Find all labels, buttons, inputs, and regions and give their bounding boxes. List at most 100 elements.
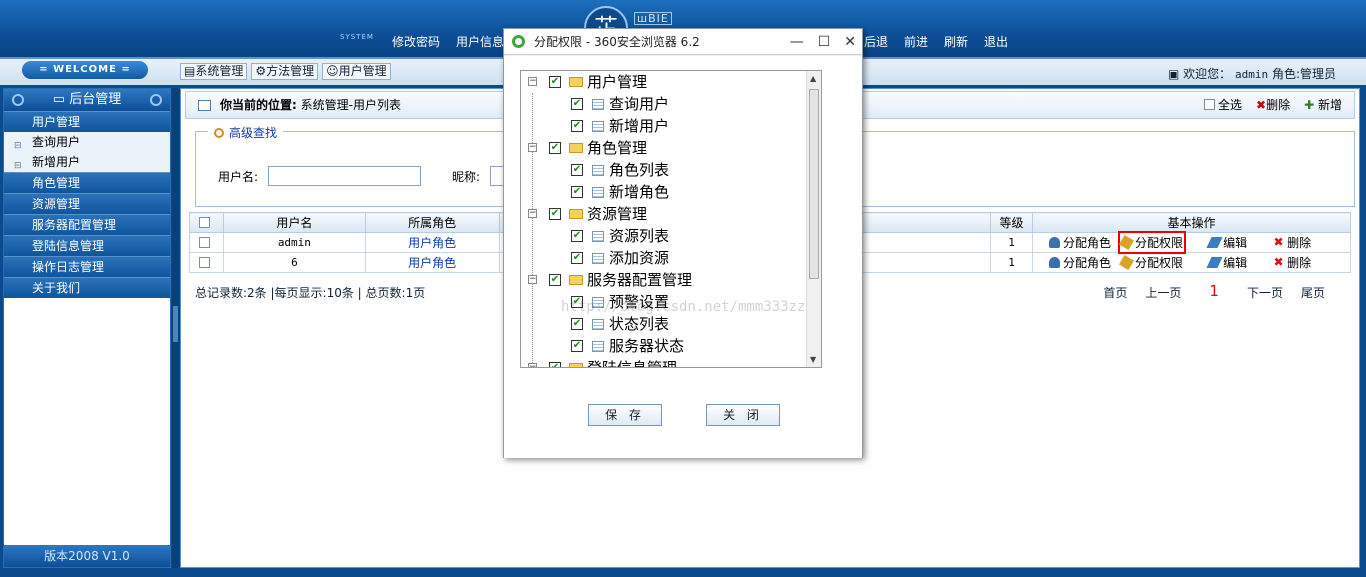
nav-logout[interactable]: 退出 <box>976 34 1016 50</box>
row-checkbox[interactable] <box>189 252 224 273</box>
tree-leaf-node[interactable]: ✔ 资源列表 <box>521 225 821 247</box>
tree-group-node[interactable]: − ✔ 资源管理 <box>521 203 821 225</box>
sidebar-item-user-management[interactable]: 用户管理 <box>4 111 170 132</box>
row-delete-button[interactable]: ✖ 删除 <box>1273 234 1312 251</box>
checkbox-checked-icon[interactable]: ✔ <box>571 186 583 198</box>
tab-user-management[interactable]: ☺用户管理 <box>322 63 391 80</box>
scroll-up-icon[interactable]: ▲ <box>810 74 816 83</box>
checkbox-checked-icon[interactable]: ✔ <box>571 164 583 176</box>
scroll-down-icon[interactable]: ▼ <box>810 355 816 364</box>
collapse-icon[interactable]: − <box>528 143 537 152</box>
header-role: 所属角色 <box>364 212 500 233</box>
tree-leaf-node[interactable]: ✔ 添加资源 <box>521 247 821 269</box>
cell-role[interactable]: 用户角色 <box>364 252 500 273</box>
tab-method-management[interactable]: ⚙方法管理 <box>251 63 319 80</box>
sidebar-item-server-config[interactable]: 服务器配置管理 <box>4 214 170 235</box>
next-page-link[interactable]: 下一页 <box>1247 284 1283 301</box>
cell-level: 1 <box>990 252 1034 273</box>
tree-group-node[interactable]: − ✔ 登陆信息管理 <box>521 357 821 368</box>
tree-group-node[interactable]: − ✔ 服务器配置管理 <box>521 269 821 291</box>
first-page-link[interactable]: 首页 <box>1103 284 1127 301</box>
top-nav-left: 修改密码 用户信息 <box>384 34 512 50</box>
sidebar-item-add-user[interactable]: ⊟ 新增用户 <box>4 152 170 172</box>
close-button[interactable]: 关 闭 <box>706 404 780 426</box>
assign-permission-button[interactable]: 分配权限 <box>1118 231 1187 254</box>
tree-node-label: 登陆信息管理 <box>587 359 678 368</box>
tree-node-label: 新增用户 <box>609 117 670 135</box>
username-input[interactable] <box>268 166 421 186</box>
select-all-button[interactable]: 全选 <box>1204 92 1242 118</box>
tree-leaf-node[interactable]: ✔ 角色列表 <box>521 159 821 181</box>
tree-scrollbar[interactable]: ▲ ▼ <box>806 71 821 367</box>
current-page[interactable]: 1 <box>1209 284 1219 301</box>
page-icon <box>592 165 604 176</box>
tree-node-label: 用户管理 <box>587 73 648 91</box>
sidebar-item-operation-log[interactable]: 操作日志管理 <box>4 256 170 277</box>
checkbox-icon <box>199 256 211 268</box>
assign-role-button[interactable]: 分配角色 <box>1049 254 1111 271</box>
tab-system-management[interactable]: ▤系统管理 <box>180 63 248 80</box>
header-username: 用户名 <box>222 212 366 233</box>
sidebar-item-login-info[interactable]: 登陆信息管理 <box>4 235 170 256</box>
checkbox-checked-icon[interactable]: ✔ <box>571 120 583 132</box>
tree-leaf-node[interactable]: ✔ 新增角色 <box>521 181 821 203</box>
delete-button[interactable]: ✖删除 <box>1256 92 1290 118</box>
monitor-icon: ▣ <box>1167 67 1180 81</box>
checkbox-checked-icon[interactable]: ✔ <box>571 252 583 264</box>
edit-button[interactable]: 编辑 <box>1206 234 1247 251</box>
row-delete-button[interactable]: ✖ 删除 <box>1273 254 1312 271</box>
splitter-handle[interactable] <box>173 306 178 342</box>
edit-button[interactable]: 编辑 <box>1206 254 1247 271</box>
row-checkbox[interactable] <box>189 232 224 253</box>
collapse-icon[interactable]: − <box>528 275 537 284</box>
sidebar-splitter[interactable] <box>172 88 180 568</box>
op-label: 删除 <box>1287 256 1312 270</box>
checkbox-checked-icon[interactable]: ✔ <box>549 208 561 220</box>
sidebar-item-role-management[interactable]: 角色管理 <box>4 172 170 193</box>
tree-leaf-node[interactable]: ✔ 查询用户 <box>521 93 821 115</box>
checkbox-checked-icon[interactable]: ✔ <box>571 318 583 330</box>
tree-group-node[interactable]: − ✔ 角色管理 <box>521 137 821 159</box>
cell-role[interactable]: 用户角色 <box>364 232 500 253</box>
nav-refresh[interactable]: 刷新 <box>936 34 976 50</box>
browser-icon <box>512 35 525 48</box>
folder-icon <box>569 143 583 153</box>
delete-icon: ✖ <box>1273 255 1284 269</box>
dialog-titlebar[interactable]: 分配权限 - 360安全浏览器 6.2 — ☐ ✕ <box>504 29 862 55</box>
checkbox-checked-icon[interactable]: ✔ <box>571 98 583 110</box>
assign-role-button[interactable]: 分配角色 <box>1049 234 1111 251</box>
op-label: 删除 <box>1287 236 1312 250</box>
page-icon <box>592 99 604 110</box>
collapse-icon[interactable]: − <box>528 363 537 367</box>
circle-icon <box>12 94 24 106</box>
add-button[interactable]: ✚ 新增 <box>1304 92 1342 118</box>
scroll-thumb[interactable] <box>809 89 819 279</box>
last-page-link[interactable]: 尾页 <box>1301 284 1325 301</box>
minimize-icon[interactable]: — <box>790 29 804 55</box>
collapse-icon[interactable]: − <box>528 209 537 218</box>
checkbox-checked-icon[interactable]: ✔ <box>549 142 561 154</box>
checkbox-checked-icon[interactable]: ✔ <box>549 274 561 286</box>
nav-forward[interactable]: 前进 <box>896 34 936 50</box>
tree-group-node[interactable]: − ✔ 用户管理 <box>521 71 821 93</box>
sidebar-item-query-user[interactable]: ⊟ 查询用户 <box>4 132 170 152</box>
save-button[interactable]: 保 存 <box>588 404 662 426</box>
close-icon[interactable]: ✕ <box>844 29 856 55</box>
prev-page-link[interactable]: 上一页 <box>1145 284 1181 301</box>
maximize-icon[interactable]: ☐ <box>818 29 831 55</box>
header-select[interactable] <box>189 212 224 233</box>
sidebar-item-resource-management[interactable]: 资源管理 <box>4 193 170 214</box>
tree-node-label: 资源管理 <box>587 205 648 223</box>
tree-leaf-node[interactable]: ✔ 新增用户 <box>521 115 821 137</box>
checkbox-checked-icon[interactable]: ✔ <box>549 76 561 88</box>
sidebar-item-about[interactable]: 关于我们 <box>4 277 170 298</box>
tree-leaf-node[interactable]: ✔ 服务器状态 <box>521 335 821 357</box>
checkbox-checked-icon[interactable]: ✔ <box>549 362 561 367</box>
assign-permission-button[interactable]: 分配权限 <box>1119 254 1183 271</box>
collapse-icon[interactable]: − <box>528 77 537 86</box>
tree-leaf-node[interactable]: ✔ 状态列表 <box>521 313 821 335</box>
folder-icon <box>569 77 583 87</box>
nav-change-password[interactable]: 修改密码 <box>384 34 448 50</box>
checkbox-checked-icon[interactable]: ✔ <box>571 340 583 352</box>
checkbox-checked-icon[interactable]: ✔ <box>571 230 583 242</box>
